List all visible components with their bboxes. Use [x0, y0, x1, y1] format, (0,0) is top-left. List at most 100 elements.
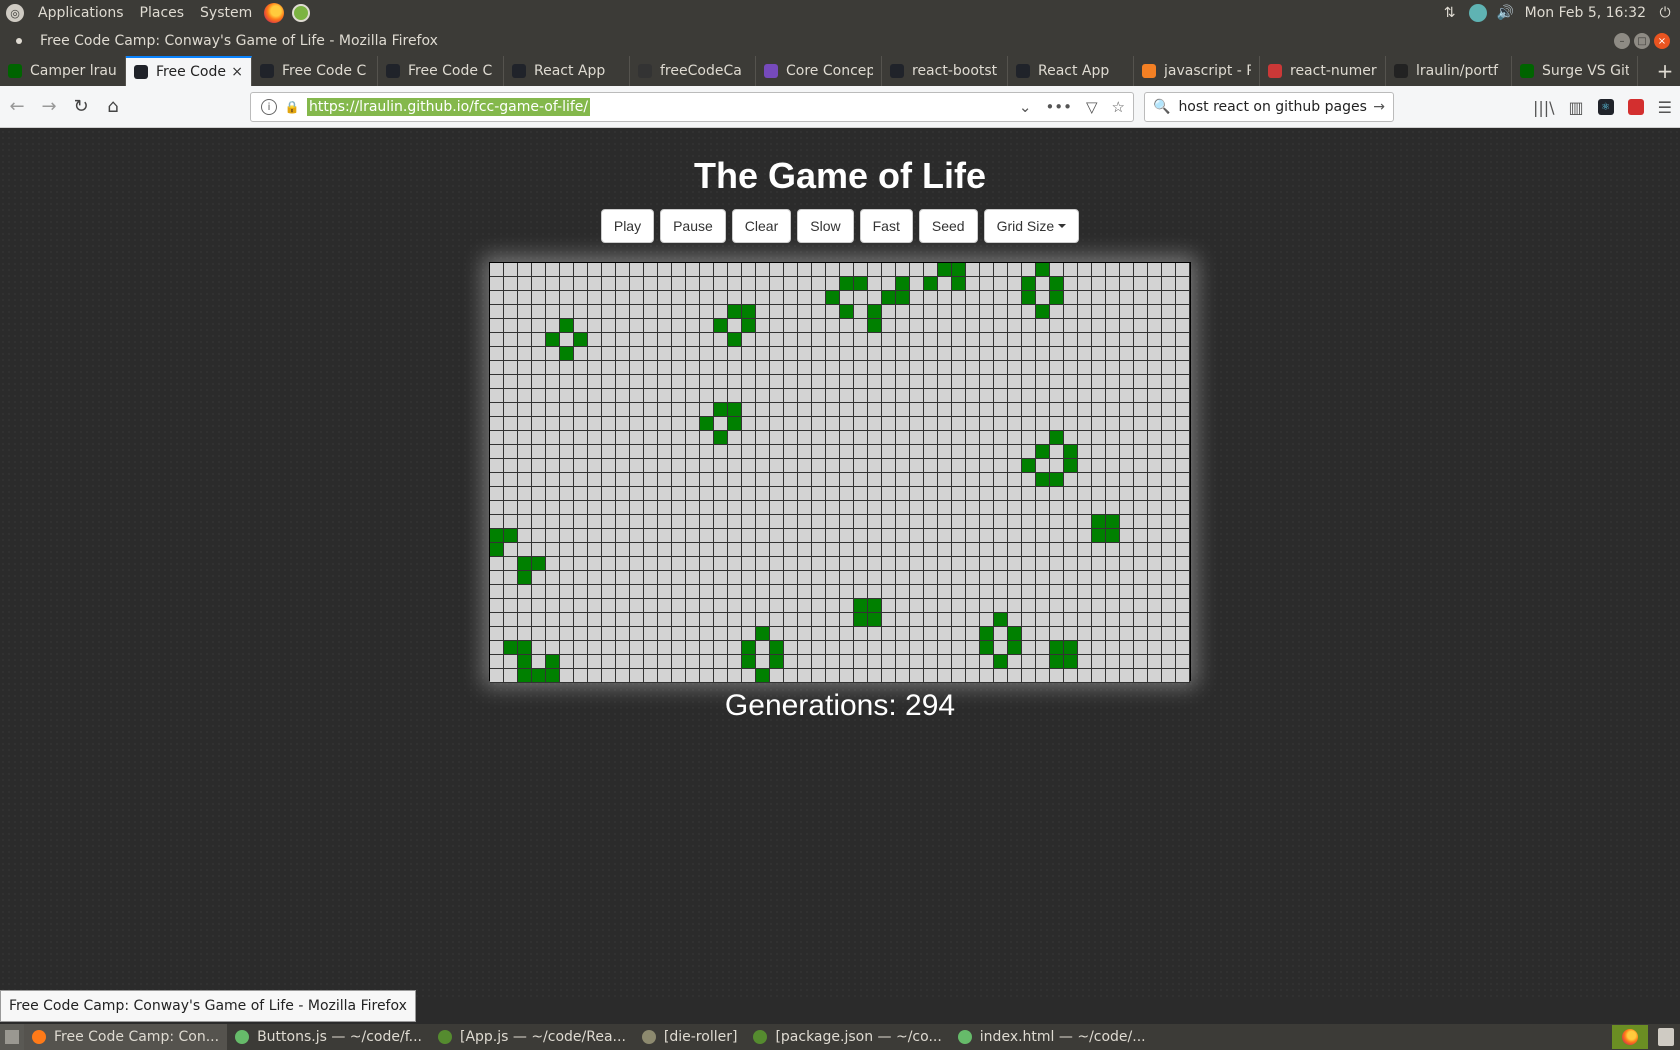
cell-dead[interactable] — [756, 585, 770, 599]
cell-dead[interactable] — [1134, 599, 1148, 613]
cell-dead[interactable] — [1008, 431, 1022, 445]
cell-dead[interactable] — [1092, 403, 1106, 417]
cell-dead[interactable] — [728, 599, 742, 613]
cell-dead[interactable] — [840, 375, 854, 389]
cell-dead[interactable] — [854, 627, 868, 641]
cell-dead[interactable] — [644, 613, 658, 627]
extension-icon[interactable] — [1627, 99, 1644, 115]
cell-alive[interactable] — [1036, 445, 1050, 459]
cell-dead[interactable] — [700, 585, 714, 599]
cell-dead[interactable] — [728, 319, 742, 333]
cell-dead[interactable] — [560, 515, 574, 529]
cell-alive[interactable] — [1050, 655, 1064, 669]
cell-dead[interactable] — [826, 515, 840, 529]
cell-dead[interactable] — [770, 291, 784, 305]
cell-dead[interactable] — [728, 515, 742, 529]
cell-dead[interactable] — [868, 473, 882, 487]
cell-dead[interactable] — [798, 333, 812, 347]
cell-dead[interactable] — [966, 473, 980, 487]
cell-dead[interactable] — [896, 501, 910, 515]
cell-dead[interactable] — [616, 627, 630, 641]
cell-dead[interactable] — [630, 389, 644, 403]
cell-dead[interactable] — [686, 291, 700, 305]
cell-dead[interactable] — [924, 501, 938, 515]
cell-dead[interactable] — [658, 389, 672, 403]
cell-dead[interactable] — [714, 613, 728, 627]
cell-dead[interactable] — [658, 557, 672, 571]
cell-dead[interactable] — [1106, 655, 1120, 669]
cell-dead[interactable] — [1162, 543, 1176, 557]
cell-dead[interactable] — [1176, 613, 1190, 627]
cell-dead[interactable] — [1162, 599, 1176, 613]
cell-dead[interactable] — [588, 375, 602, 389]
cell-dead[interactable] — [756, 445, 770, 459]
cell-dead[interactable] — [1050, 487, 1064, 501]
cell-dead[interactable] — [672, 599, 686, 613]
cell-dead[interactable] — [714, 389, 728, 403]
cell-dead[interactable] — [798, 459, 812, 473]
cell-dead[interactable] — [1078, 613, 1092, 627]
cell-dead[interactable] — [798, 445, 812, 459]
cell-dead[interactable] — [588, 669, 602, 683]
cell-dead[interactable] — [616, 431, 630, 445]
cell-dead[interactable] — [728, 613, 742, 627]
cell-dead[interactable] — [504, 585, 518, 599]
cell-dead[interactable] — [644, 459, 658, 473]
cell-dead[interactable] — [518, 515, 532, 529]
cell-dead[interactable] — [560, 333, 574, 347]
cell-dead[interactable] — [868, 375, 882, 389]
cell-dead[interactable] — [1162, 669, 1176, 683]
cell-dead[interactable] — [1064, 417, 1078, 431]
cell-dead[interactable] — [980, 585, 994, 599]
cell-dead[interactable] — [868, 361, 882, 375]
cell-dead[interactable] — [854, 263, 868, 277]
cell-dead[interactable] — [1134, 263, 1148, 277]
cell-dead[interactable] — [532, 431, 546, 445]
browser-tab[interactable]: Free Code C — [378, 56, 504, 86]
cell-dead[interactable] — [980, 417, 994, 431]
cell-dead[interactable] — [1106, 347, 1120, 361]
cell-dead[interactable] — [826, 599, 840, 613]
cell-alive[interactable] — [952, 277, 966, 291]
cell-dead[interactable] — [756, 417, 770, 431]
cell-dead[interactable] — [546, 585, 560, 599]
cell-dead[interactable] — [574, 319, 588, 333]
cell-dead[interactable] — [700, 403, 714, 417]
cell-dead[interactable] — [630, 543, 644, 557]
cell-dead[interactable] — [588, 655, 602, 669]
cell-dead[interactable] — [630, 459, 644, 473]
cell-dead[interactable] — [770, 585, 784, 599]
cell-dead[interactable] — [840, 347, 854, 361]
cell-dead[interactable] — [966, 263, 980, 277]
cell-dead[interactable] — [504, 347, 518, 361]
cell-dead[interactable] — [840, 543, 854, 557]
cell-dead[interactable] — [938, 459, 952, 473]
cell-dead[interactable] — [1022, 571, 1036, 585]
cell-alive[interactable] — [560, 347, 574, 361]
cell-alive[interactable] — [854, 599, 868, 613]
cell-dead[interactable] — [630, 529, 644, 543]
cell-dead[interactable] — [1078, 291, 1092, 305]
cell-dead[interactable] — [574, 557, 588, 571]
cell-dead[interactable] — [560, 263, 574, 277]
cell-dead[interactable] — [504, 473, 518, 487]
cell-dead[interactable] — [924, 445, 938, 459]
cell-dead[interactable] — [1176, 459, 1190, 473]
cell-dead[interactable] — [798, 557, 812, 571]
cell-dead[interactable] — [602, 543, 616, 557]
cell-dead[interactable] — [1106, 445, 1120, 459]
cell-dead[interactable] — [1092, 585, 1106, 599]
cell-dead[interactable] — [994, 543, 1008, 557]
cell-dead[interactable] — [770, 557, 784, 571]
cell-dead[interactable] — [518, 417, 532, 431]
cell-dead[interactable] — [1008, 557, 1022, 571]
cell-dead[interactable] — [1162, 389, 1176, 403]
cell-dead[interactable] — [1106, 291, 1120, 305]
cell-alive[interactable] — [1092, 515, 1106, 529]
cell-dead[interactable] — [1162, 501, 1176, 515]
cell-dead[interactable] — [966, 515, 980, 529]
cell-dead[interactable] — [560, 627, 574, 641]
cell-dead[interactable] — [588, 431, 602, 445]
cell-dead[interactable] — [1092, 389, 1106, 403]
cell-dead[interactable] — [1022, 305, 1036, 319]
